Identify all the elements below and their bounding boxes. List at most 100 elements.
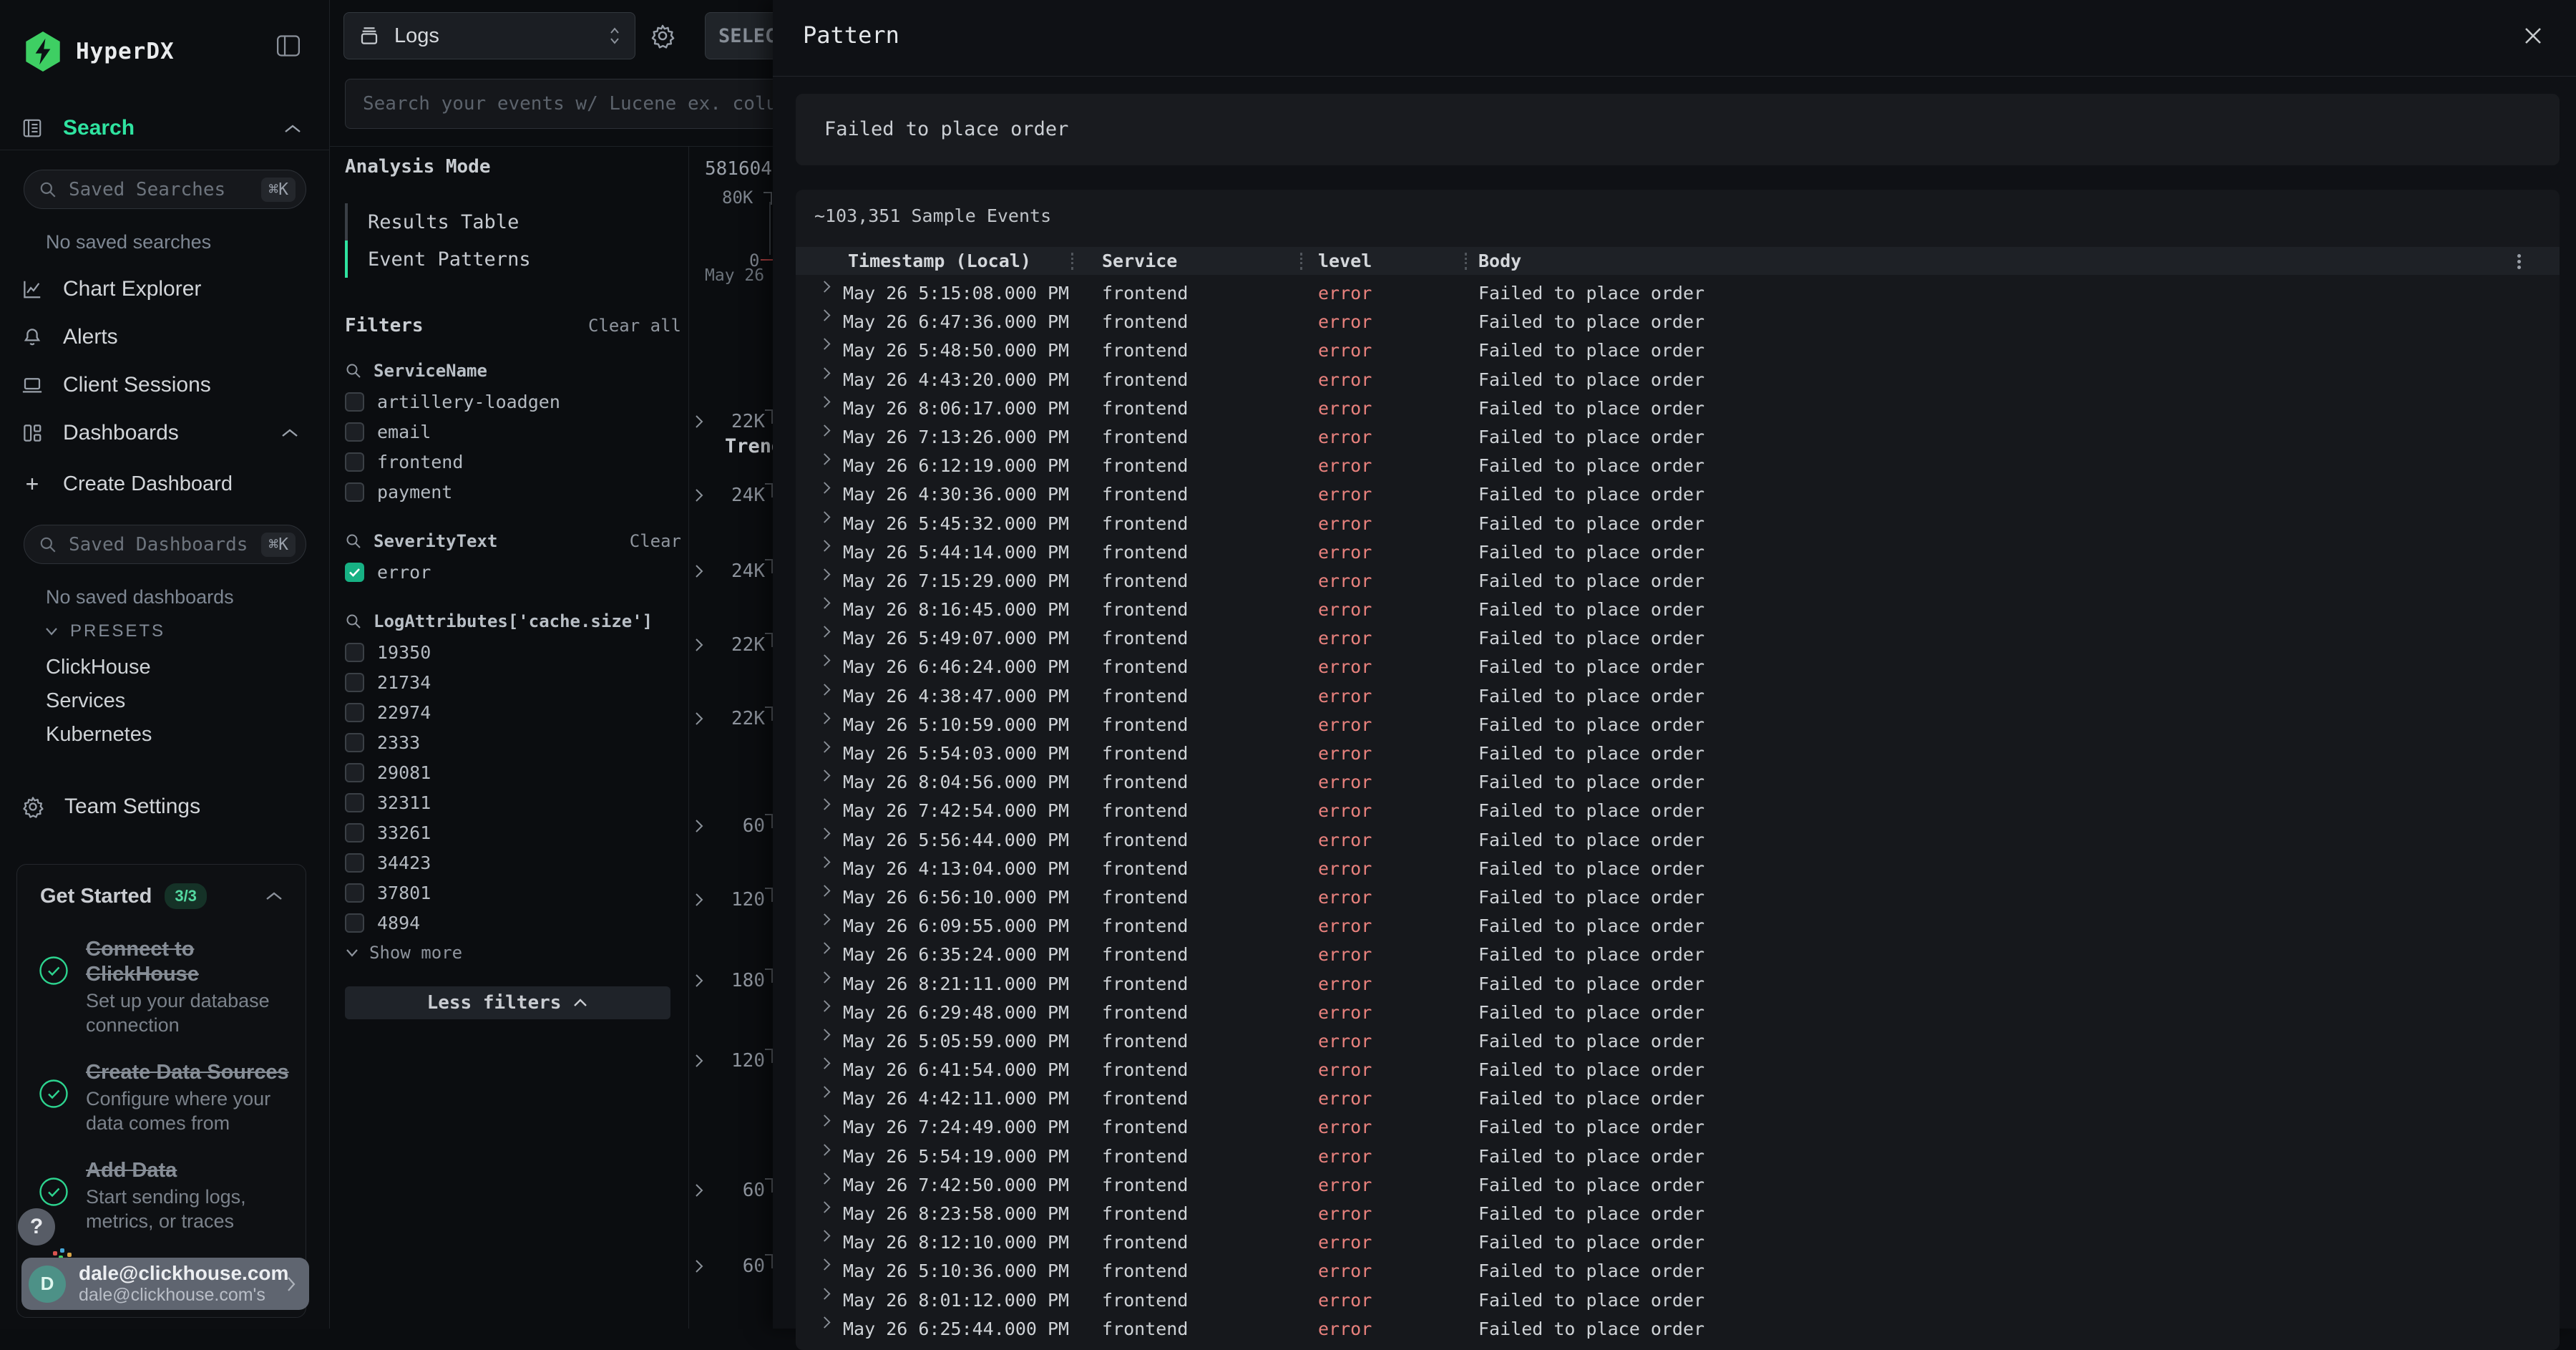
- preset-item-services[interactable]: Services: [46, 689, 125, 713]
- saved-dashboards-input[interactable]: Saved Dashboards ⌘K: [24, 525, 306, 564]
- event-row[interactable]: May 26 6:46:24.000 PMfrontenderrorFailed…: [796, 653, 2560, 681]
- event-row[interactable]: May 26 8:06:17.000 PMfrontenderrorFailed…: [796, 394, 2560, 423]
- checkbox[interactable]: [345, 643, 364, 662]
- clear-all-filters-link[interactable]: Clear all: [588, 316, 681, 336]
- trend-result-row[interactable]: 24K: [689, 560, 773, 582]
- filter-checkbox-row[interactable]: 22974: [345, 697, 681, 727]
- checkbox-checked[interactable]: [345, 563, 364, 582]
- search-icon[interactable]: [345, 533, 362, 550]
- event-row[interactable]: May 26 5:10:59.000 PMfrontenderrorFailed…: [796, 711, 2560, 739]
- event-row[interactable]: May 26 5:05:59.000 PMfrontenderrorFailed…: [796, 1027, 2560, 1056]
- trend-result-row[interactable]: 180: [689, 970, 773, 991]
- trend-result-row[interactable]: 60: [689, 815, 773, 837]
- trend-result-row[interactable]: 120: [689, 889, 773, 910]
- filter-checkbox-row[interactable]: 33261: [345, 817, 681, 848]
- close-icon[interactable]: [2519, 21, 2547, 50]
- filter-checkbox-row[interactable]: 4894: [345, 908, 681, 938]
- help-button[interactable]: ?: [18, 1208, 55, 1245]
- event-row[interactable]: May 26 7:42:54.000 PMfrontenderrorFailed…: [796, 797, 2560, 825]
- event-row[interactable]: May 26 5:56:44.000 PMfrontenderrorFailed…: [796, 826, 2560, 855]
- sidebar-section-search[interactable]: Search: [21, 116, 135, 140]
- checkbox[interactable]: [345, 703, 364, 722]
- checkbox[interactable]: [345, 392, 364, 412]
- checkbox[interactable]: [345, 482, 364, 502]
- filter-checkbox-row[interactable]: email: [345, 417, 681, 447]
- clear-filter-link[interactable]: Clear: [630, 531, 681, 551]
- trend-result-row[interactable]: 24K: [689, 485, 773, 506]
- event-row[interactable]: May 26 7:15:29.000 PMfrontenderrorFailed…: [796, 567, 2560, 596]
- event-row[interactable]: May 26 7:13:26.000 PMfrontenderrorFailed…: [796, 423, 2560, 452]
- checkbox[interactable]: [345, 823, 364, 842]
- create-dashboard-button[interactable]: + Create Dashboard: [0, 463, 329, 505]
- checkbox[interactable]: [345, 673, 364, 692]
- event-row[interactable]: May 26 4:43:20.000 PMfrontenderrorFailed…: [796, 366, 2560, 394]
- sidebar-item-dashboards[interactable]: Dashboards: [0, 412, 329, 454]
- table-options-kebab-icon[interactable]: [2509, 252, 2528, 271]
- checkbox[interactable]: [345, 763, 364, 782]
- get-started-item[interactable]: Create Data SourcesConfigure where your …: [17, 1049, 306, 1147]
- filter-checkbox-row[interactable]: payment: [345, 477, 681, 507]
- event-row[interactable]: May 26 6:12:19.000 PMfrontenderrorFailed…: [796, 452, 2560, 480]
- event-row[interactable]: May 26 6:25:44.000 PMfrontenderrorFailed…: [796, 1315, 2560, 1344]
- checkbox[interactable]: [345, 793, 364, 812]
- trend-result-row[interactable]: 120: [689, 1050, 773, 1072]
- event-row[interactable]: May 26 8:16:45.000 PMfrontenderrorFailed…: [796, 596, 2560, 624]
- event-row[interactable]: May 26 5:49:07.000 PMfrontenderrorFailed…: [796, 624, 2560, 653]
- event-row[interactable]: May 26 8:12:10.000 PMfrontenderrorFailed…: [796, 1228, 2560, 1257]
- event-row[interactable]: May 26 6:56:10.000 PMfrontenderrorFailed…: [796, 883, 2560, 912]
- sidebar-item-client-sessions[interactable]: Client Sessions: [0, 364, 329, 406]
- less-filters-button[interactable]: Less filters: [345, 986, 670, 1019]
- column-resize-handle[interactable]: [1300, 253, 1302, 270]
- get-started-item[interactable]: Add DataStart sending logs, metrics, or …: [17, 1147, 306, 1245]
- event-row[interactable]: May 26 6:35:24.000 PMfrontenderrorFailed…: [796, 941, 2560, 969]
- trend-result-row[interactable]: 60: [689, 1180, 773, 1201]
- filter-checkbox-row[interactable]: 21734: [345, 667, 681, 697]
- event-row[interactable]: May 26 6:09:55.000 PMfrontenderrorFailed…: [796, 912, 2560, 941]
- preset-item-clickhouse[interactable]: ClickHouse: [46, 656, 151, 679]
- event-row[interactable]: May 26 4:38:47.000 PMfrontenderrorFailed…: [796, 682, 2560, 711]
- sidebar-item-alerts[interactable]: Alerts: [0, 316, 329, 358]
- presets-toggle[interactable]: PRESETS: [44, 621, 165, 641]
- event-row[interactable]: May 26 8:21:11.000 PMfrontenderrorFailed…: [796, 970, 2560, 999]
- chevron-up-icon[interactable]: [265, 890, 283, 902]
- analysis-mode-event-patterns[interactable]: Event Patterns: [345, 241, 681, 278]
- event-row[interactable]: May 26 5:54:03.000 PMfrontenderrorFailed…: [796, 739, 2560, 768]
- trend-result-row[interactable]: 22K: [689, 708, 773, 729]
- filter-checkbox-row[interactable]: 29081: [345, 757, 681, 787]
- source-select[interactable]: Logs: [343, 12, 635, 59]
- trend-result-row[interactable]: 22K: [689, 634, 773, 656]
- checkbox[interactable]: [345, 853, 364, 873]
- filter-checkbox-row[interactable]: artillery-loadgen: [345, 387, 681, 417]
- show-more-toggle[interactable]: Show more: [345, 938, 681, 968]
- filter-checkbox-row[interactable]: 19350: [345, 637, 681, 667]
- filter-checkbox-row[interactable]: 32311: [345, 787, 681, 817]
- checkbox[interactable]: [345, 452, 364, 472]
- event-row[interactable]: May 26 5:15:08.000 PMfrontenderrorFailed…: [796, 279, 2560, 308]
- filter-checkbox-row[interactable]: 2333: [345, 727, 681, 757]
- checkbox[interactable]: [345, 422, 364, 442]
- user-account-chip[interactable]: D dale@clickhouse.com dale@clickhouse.co…: [21, 1258, 309, 1310]
- event-row[interactable]: May 26 8:04:56.000 PMfrontenderrorFailed…: [796, 768, 2560, 797]
- event-row[interactable]: May 26 5:45:32.000 PMfrontenderrorFailed…: [796, 510, 2560, 538]
- analysis-mode-results-table[interactable]: Results Table: [345, 203, 681, 241]
- checkbox[interactable]: [345, 913, 364, 933]
- event-row[interactable]: May 26 4:30:36.000 PMfrontenderrorFailed…: [796, 480, 2560, 509]
- search-icon[interactable]: [345, 613, 362, 630]
- filter-checkbox-row[interactable]: 34423: [345, 848, 681, 878]
- event-row[interactable]: May 26 4:13:04.000 PMfrontenderrorFailed…: [796, 855, 2560, 883]
- event-row[interactable]: May 26 5:10:36.000 PMfrontenderrorFailed…: [796, 1257, 2560, 1286]
- checkbox[interactable]: [345, 883, 364, 903]
- trend-result-row[interactable]: 60: [689, 1256, 773, 1277]
- event-row[interactable]: May 26 5:48:50.000 PMfrontenderrorFailed…: [796, 336, 2560, 365]
- trend-result-row[interactable]: 22K: [689, 411, 773, 432]
- event-row[interactable]: May 26 8:23:58.000 PMfrontenderrorFailed…: [796, 1200, 2560, 1228]
- search-icon[interactable]: [345, 362, 362, 379]
- get-started-item[interactable]: Connect to ClickHouseSet up your databas…: [17, 926, 306, 1049]
- sidebar-item-team-settings[interactable]: Team Settings: [0, 786, 329, 827]
- event-row[interactable]: May 26 8:01:12.000 PMfrontenderrorFailed…: [796, 1286, 2560, 1315]
- sidebar-item-chart-explorer[interactable]: Chart Explorer: [0, 268, 329, 310]
- event-row[interactable]: May 26 6:47:36.000 PMfrontenderrorFailed…: [796, 308, 2560, 336]
- column-resize-handle[interactable]: [1465, 253, 1467, 270]
- checkbox[interactable]: [345, 733, 364, 752]
- source-settings-gear-icon[interactable]: [650, 23, 675, 49]
